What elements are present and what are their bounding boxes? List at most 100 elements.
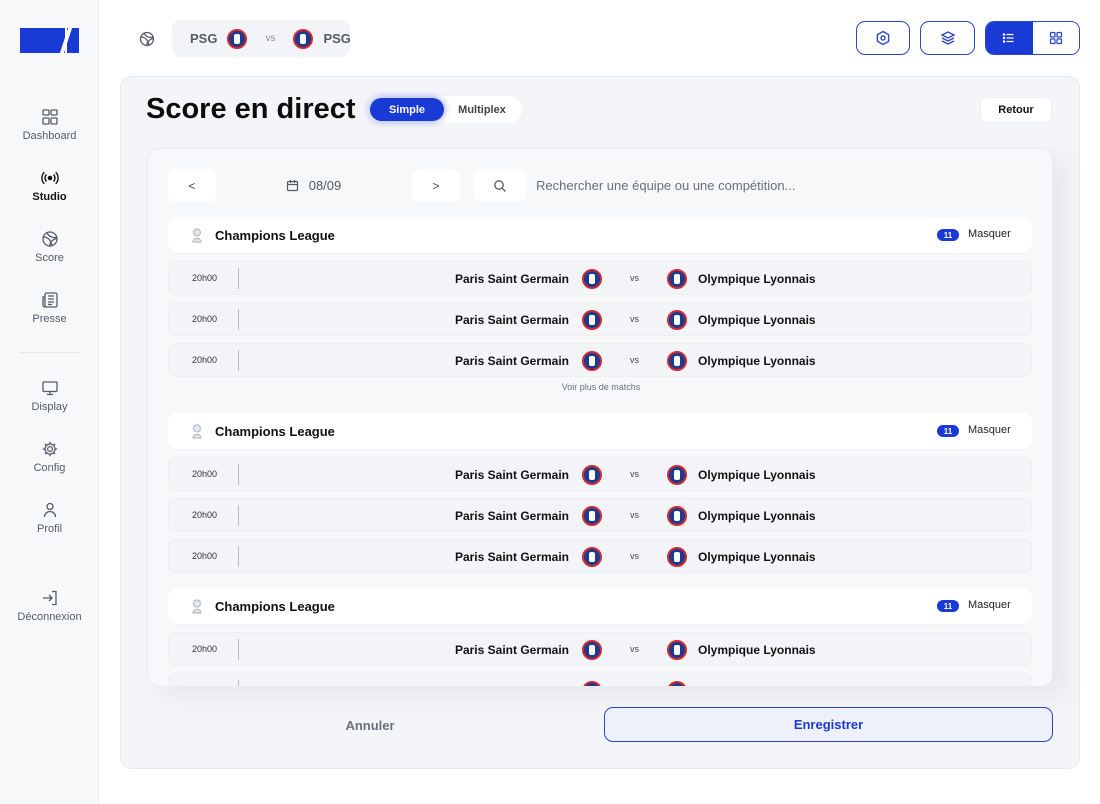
away-crest-icon xyxy=(667,547,687,567)
away-crest-icon xyxy=(667,681,687,686)
page-title: Score en direct xyxy=(146,93,356,125)
newspaper-icon xyxy=(41,292,58,308)
broadcast-icon xyxy=(40,171,59,185)
row-divider xyxy=(238,505,239,526)
away-crest-icon xyxy=(293,28,314,49)
date-picker[interactable]: 08/09 xyxy=(216,169,411,202)
cancel-button[interactable]: Annuler xyxy=(152,708,588,742)
sidebar-item-label: Score xyxy=(35,252,64,264)
row-divider xyxy=(238,350,239,371)
user-icon xyxy=(43,502,56,518)
match-row[interactable]: 20h00 Paris Saint Germain vs Olympique Lyon… xyxy=(168,498,1032,532)
match-row[interactable]: 20h00 Paris Saint Germain vs Olympique Lyon… xyxy=(168,632,1032,666)
search-input[interactable] xyxy=(536,169,1026,202)
home-team-name: Paris Saint Germain xyxy=(454,272,569,286)
save-button[interactable]: Enregistrer xyxy=(604,707,1053,742)
competition-name: Champions League xyxy=(215,598,335,614)
vs-label: vs xyxy=(265,33,276,44)
grid-icon xyxy=(1049,31,1062,45)
search-button[interactable] xyxy=(474,169,526,202)
away-crest-icon xyxy=(667,640,687,660)
trophy-icon xyxy=(192,424,202,439)
home-crest-icon xyxy=(582,310,602,330)
settings-button[interactable] xyxy=(856,21,910,55)
home-crest-icon xyxy=(582,351,602,371)
calendar-icon xyxy=(286,180,298,192)
mode-toggle: Simple Multiplex xyxy=(368,96,522,123)
layers-icon xyxy=(939,31,956,45)
mode-simple-tab[interactable]: Simple xyxy=(370,98,444,121)
row-divider xyxy=(238,268,239,289)
match-row[interactable]: 20h00 Paris Saint Germain vs Olympique Lyon… xyxy=(168,539,1032,573)
vs-label: vs xyxy=(630,314,639,324)
sidebar-item-label: Config xyxy=(33,462,66,474)
competition-header: Champions League 11 Masquer xyxy=(168,217,1032,253)
vs-label: vs xyxy=(630,685,639,686)
sidebar-item-dashboard[interactable]: Dashboard xyxy=(0,108,99,142)
hexagon-settings-icon xyxy=(876,30,890,46)
monitor-icon xyxy=(41,381,58,396)
gear-icon xyxy=(42,441,57,457)
home-crest-icon xyxy=(227,28,248,49)
sidebar-item-label: Déconnexion xyxy=(17,611,82,623)
match-time: 20h00 xyxy=(192,551,218,561)
prev-date-button[interactable]: < xyxy=(168,169,216,202)
match-time: 20h00 xyxy=(192,273,218,283)
sidebar-item-config[interactable]: Config xyxy=(0,440,99,474)
sidebar-divider xyxy=(20,352,79,353)
away-crest-icon xyxy=(667,351,687,371)
back-button[interactable]: Retour xyxy=(980,97,1052,123)
away-crest-icon xyxy=(667,269,687,289)
view-toggle xyxy=(985,21,1080,55)
grid-view-button[interactable] xyxy=(1032,22,1079,54)
vs-label: vs xyxy=(630,273,639,283)
layers-button[interactable] xyxy=(920,21,975,55)
list-view-button[interactable] xyxy=(986,22,1033,54)
see-more-matches-link[interactable]: Voir plus de matchs xyxy=(148,382,1052,392)
sidebar-item-label: Profil xyxy=(36,523,63,535)
matches-card: < 08/09 > Champions League 11 Masquer 20h00… xyxy=(147,148,1053,687)
brand-logo[interactable] xyxy=(20,28,79,53)
away-team-name: Olympique Lyonnais xyxy=(698,509,816,523)
next-date-button[interactable]: > xyxy=(412,169,460,202)
away-team-abbr: PSG xyxy=(323,31,351,46)
ball-icon[interactable] xyxy=(138,30,156,48)
home-team-name: Paris Saint Germain xyxy=(454,643,569,657)
sidebar-item-studio[interactable]: Studio xyxy=(0,169,99,203)
sidebar-item-presse[interactable]: Presse xyxy=(0,291,99,325)
sidebar-item-profil[interactable]: Profil xyxy=(0,501,99,535)
sidebar-item-label: Dashboard xyxy=(22,130,77,142)
trophy-icon xyxy=(192,228,202,243)
row-divider xyxy=(238,309,239,330)
match-row[interactable]: 20h00 Paris Saint Germain vs Olympique Lyon… xyxy=(168,302,1032,336)
home-team-name: Paris Saint Germain xyxy=(454,354,569,368)
away-team-name: Olympique Lyonnais xyxy=(698,643,816,657)
hide-competition-button[interactable]: Masquer xyxy=(968,424,1011,436)
home-team-name: Paris Saint Germain xyxy=(455,684,569,686)
away-team-name: Olympique Lyonnais xyxy=(698,354,816,368)
sidebar-item-deconnexion[interactable]: Déconnexion xyxy=(0,589,99,623)
row-divider xyxy=(238,680,239,686)
hide-competition-button[interactable]: Masquer xyxy=(968,228,1011,240)
home-team-abbr: PSG xyxy=(190,31,218,46)
competition-name: Champions League xyxy=(215,227,335,243)
match-row[interactable]: 20h00 Paris Saint Germain vs Olympique Lyon… xyxy=(168,457,1032,491)
away-team-name: Olympique Lyonnais xyxy=(698,272,816,286)
current-match-pill[interactable]: PSG vs PSG xyxy=(172,20,351,57)
match-time: 20h00 xyxy=(192,510,218,520)
sidebar-item-score[interactable]: Score xyxy=(0,230,99,264)
match-row[interactable]: 20h00 Paris Saint Germain vs Olympique Lyon… xyxy=(168,343,1032,377)
sidebar-item-display[interactable]: Display xyxy=(0,379,99,413)
row-divider xyxy=(238,639,239,660)
match-time: 20h00 xyxy=(192,644,218,654)
mode-multiplex-tab[interactable]: Multiplex xyxy=(444,98,520,121)
home-crest-icon xyxy=(582,269,602,289)
match-row[interactable]: 20h00 Paris Saint Germain vs Olympique Lyon… xyxy=(168,261,1032,295)
hide-competition-button[interactable]: Masquer xyxy=(968,599,1011,611)
sidebar-item-label: Presse xyxy=(32,313,67,325)
date-value: 08/09 xyxy=(308,178,342,193)
home-team-name: Paris Saint Germain xyxy=(454,468,569,482)
home-team-name: Paris Saint Germain xyxy=(454,509,569,523)
match-row[interactable]: 20h00 Paris Saint Germain vs Olympique Lyon… xyxy=(168,673,1032,686)
away-team-name: Olympique Lyonnais xyxy=(698,550,816,564)
